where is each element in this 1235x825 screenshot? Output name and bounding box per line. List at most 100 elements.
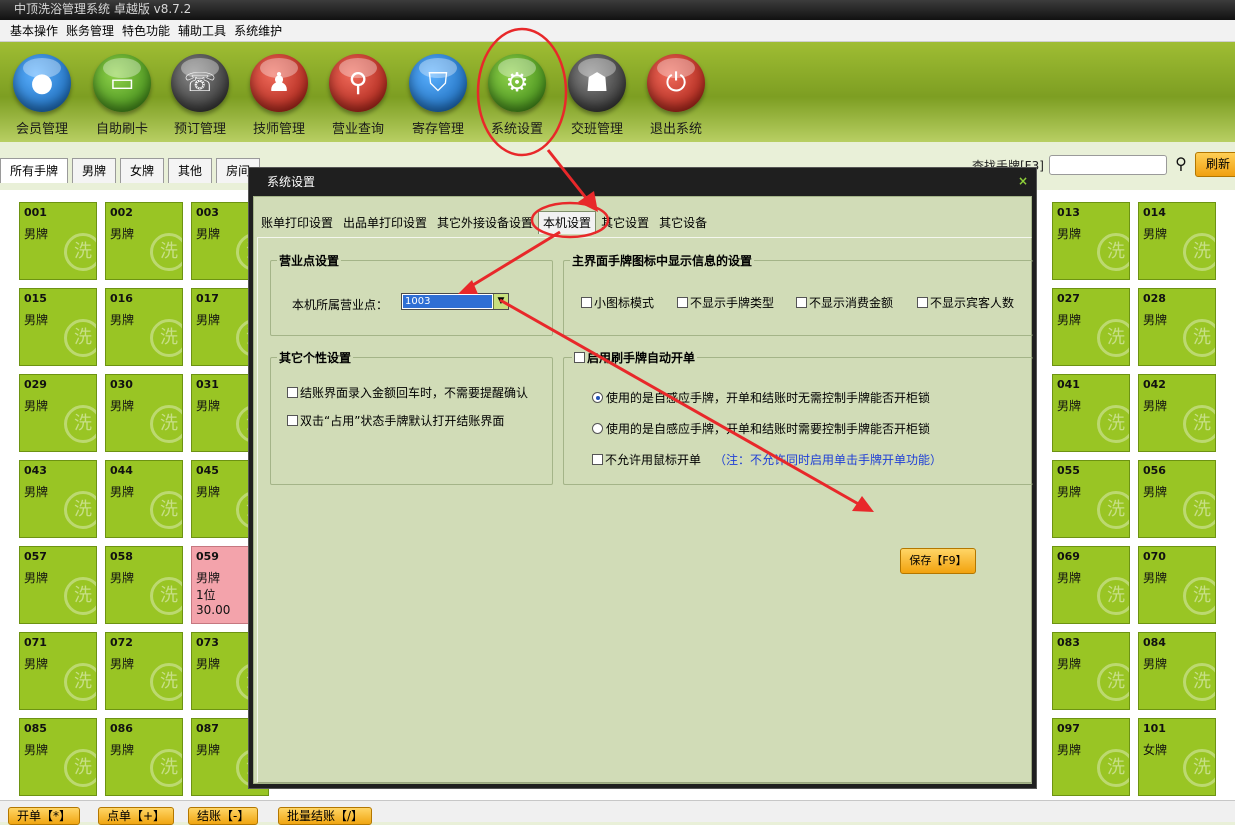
card-tile[interactable]: 101 女牌洗: [1138, 718, 1216, 796]
close-icon[interactable]: ×: [1018, 174, 1028, 188]
card-tile[interactable]: 042 男牌洗: [1138, 374, 1216, 452]
tab-all[interactable]: 所有手牌: [0, 158, 69, 183]
card-tile[interactable]: 027 男牌洗: [1052, 288, 1130, 366]
personal-settings-title: 其它个性设置: [277, 349, 354, 366]
search-icon: ⚲: [329, 54, 387, 112]
tab-other-settings[interactable]: 其它设置: [596, 211, 654, 234]
storage-button[interactable]: ⛉ 寄存管理: [403, 54, 473, 144]
card-number: 083: [1057, 636, 1080, 649]
chevron-down-icon[interactable]: ▼: [493, 294, 508, 309]
tab-male[interactable]: 男牌: [72, 158, 117, 183]
card-tile[interactable]: 083 男牌洗: [1052, 632, 1130, 710]
order-button[interactable]: 点单【+】: [98, 807, 175, 825]
search-icon[interactable]: ⚲: [1170, 153, 1192, 175]
meeting-icon: ☗: [568, 54, 626, 112]
card-tile[interactable]: 056 男牌洗: [1138, 460, 1216, 538]
menu-bar: 基本操作 账务管理 特色功能 辅助工具 系统维护: [0, 20, 1235, 42]
tab-product-print[interactable]: 出品单打印设置: [338, 211, 432, 234]
hide-card-type-checkbox[interactable]: [677, 297, 688, 308]
local-settings-panel: 营业点设置 本机所属营业点： 1003 ▼ 主界面手牌图标中显示信息的设置 小图…: [257, 237, 1033, 783]
open-bill-button[interactable]: 开单【*】: [8, 807, 81, 825]
watermark-icon: 洗: [1183, 491, 1215, 529]
member-button[interactable]: ● 会员管理: [7, 54, 77, 144]
card-number: 097: [1057, 722, 1080, 735]
no-confirm-option[interactable]: 结账界面录入金额回车时，不需要提醒确认: [287, 384, 528, 401]
radio-need-control-dot[interactable]: [592, 423, 603, 434]
radio-no-control[interactable]: 使用的是自感应手牌，开单和结账时无需控制手牌能否开柜锁: [592, 389, 930, 406]
display-settings-group: 主界面手牌图标中显示信息的设置 小图标模式 不显示手牌类型 不显示消费金额 不显…: [563, 252, 1033, 336]
card-tile[interactable]: 097 男牌洗: [1052, 718, 1130, 796]
menu-features[interactable]: 特色功能: [118, 20, 174, 41]
card-tile[interactable]: 013 男牌洗: [1052, 202, 1130, 280]
auto-open-title[interactable]: 启用刷手牌自动开单: [572, 349, 698, 366]
menu-system[interactable]: 系统维护: [230, 20, 286, 41]
personal-settings-group: 其它个性设置 结账界面录入金额回车时，不需要提醒确认 双击“占用”状态手牌默认打…: [270, 349, 553, 485]
shift-button[interactable]: ☗ 交班管理: [562, 54, 632, 144]
main-toolbar: ● 会员管理 ▭ 自助刷卡 ☏ 预订管理 ♟ 技师管理 ⚲ 营业查询 ⛉ 寄存管理 ⚙ 系统设…: [0, 42, 1235, 142]
card-number: 057: [24, 550, 47, 563]
double-click-checkbox[interactable]: [287, 415, 298, 426]
card-tile[interactable]: 030 男牌洗: [105, 374, 183, 452]
query-button[interactable]: ⚲ 营业查询: [323, 54, 393, 144]
card-tile[interactable]: 041 男牌洗: [1052, 374, 1130, 452]
tab-external-device[interactable]: 其它外接设备设置: [432, 211, 538, 234]
batch-checkout-button[interactable]: 批量结账【/】: [278, 807, 373, 825]
checkout-button[interactable]: 结账【-】: [188, 807, 259, 825]
booking-button[interactable]: ☏ 预订管理: [165, 54, 235, 144]
card-tile[interactable]: 058 男牌洗: [105, 546, 183, 624]
watermark-icon: 洗: [150, 577, 182, 615]
hide-amount-checkbox[interactable]: [796, 297, 807, 308]
menu-basic-ops[interactable]: 基本操作: [6, 20, 62, 41]
technician-button[interactable]: ♟ 技师管理: [244, 54, 314, 144]
card-tile[interactable]: 055 男牌洗: [1052, 460, 1130, 538]
card-tile[interactable]: 002 男牌洗: [105, 202, 183, 280]
card-button[interactable]: ▭ 自助刷卡: [87, 54, 157, 144]
card-tile[interactable]: 016 男牌洗: [105, 288, 183, 366]
disallow-mouse-option[interactable]: 不允许用鼠标开单: [592, 451, 701, 468]
card-tile[interactable]: 071 男牌洗: [19, 632, 97, 710]
radio-no-control-dot[interactable]: [592, 392, 603, 403]
search-input[interactable]: [1049, 155, 1167, 175]
card-tile[interactable]: 043 男牌洗: [19, 460, 97, 538]
dialog-tabs: 账单打印设置 出品单打印设置 其它外接设备设置 本机设置 其它设置 其它设备: [256, 211, 712, 234]
card-tile[interactable]: 072 男牌洗: [105, 632, 183, 710]
hide-guests-checkbox[interactable]: [917, 297, 928, 308]
card-tile[interactable]: 085 男牌洗: [19, 718, 97, 796]
card-tile[interactable]: 069 男牌洗: [1052, 546, 1130, 624]
card-tile[interactable]: 014 男牌洗: [1138, 202, 1216, 280]
card-tile[interactable]: 028 男牌洗: [1138, 288, 1216, 366]
tab-bill-print[interactable]: 账单打印设置: [256, 211, 338, 234]
hide-guests-option[interactable]: 不显示宾客人数: [917, 294, 1014, 311]
exit-button[interactable]: ⏻ 退出系统: [641, 54, 711, 144]
tab-female[interactable]: 女牌: [120, 158, 165, 183]
menu-accounting[interactable]: 账务管理: [62, 20, 118, 41]
card-tile[interactable]: 086 男牌洗: [105, 718, 183, 796]
hide-card-type-option[interactable]: 不显示手牌类型: [677, 294, 774, 311]
save-button[interactable]: 保存【F9】: [900, 548, 976, 574]
card-tile[interactable]: 001 男牌洗: [19, 202, 97, 280]
card-tile[interactable]: 057 男牌洗: [19, 546, 97, 624]
no-confirm-checkbox[interactable]: [287, 387, 298, 398]
small-icon-option[interactable]: 小图标模式: [581, 294, 654, 311]
watermark-icon: 洗: [1097, 405, 1129, 443]
card-tile[interactable]: 084 男牌洗: [1138, 632, 1216, 710]
card-tile[interactable]: 029 男牌洗: [19, 374, 97, 452]
refresh-button[interactable]: 刷新: [1195, 152, 1235, 177]
disallow-mouse-checkbox[interactable]: [592, 454, 603, 465]
watermark-icon: 洗: [64, 663, 96, 701]
auto-open-checkbox[interactable]: [574, 352, 585, 363]
double-click-option[interactable]: 双击“占用”状态手牌默认打开结账界面: [287, 412, 504, 429]
business-point-select[interactable]: 1003 ▼: [401, 293, 509, 310]
menu-tools[interactable]: 辅助工具: [174, 20, 230, 41]
card-tile[interactable]: 044 男牌洗: [105, 460, 183, 538]
tab-local-settings[interactable]: 本机设置: [538, 211, 597, 234]
radio-need-control[interactable]: 使用的是自感应手牌，开单和结账时需要控制手牌能否开柜锁: [592, 420, 930, 437]
settings-button[interactable]: ⚙ 系统设置: [482, 54, 552, 144]
auto-open-group: 启用刷手牌自动开单 使用的是自感应手牌，开单和结账时无需控制手牌能否开柜锁 使用…: [563, 349, 1033, 485]
tab-other[interactable]: 其他: [168, 158, 213, 183]
card-tile[interactable]: 070 男牌洗: [1138, 546, 1216, 624]
tab-other-devices[interactable]: 其它设备: [654, 211, 712, 234]
small-icon-checkbox[interactable]: [581, 297, 592, 308]
card-tile[interactable]: 015 男牌洗: [19, 288, 97, 366]
hide-amount-option[interactable]: 不显示消费金额: [796, 294, 893, 311]
